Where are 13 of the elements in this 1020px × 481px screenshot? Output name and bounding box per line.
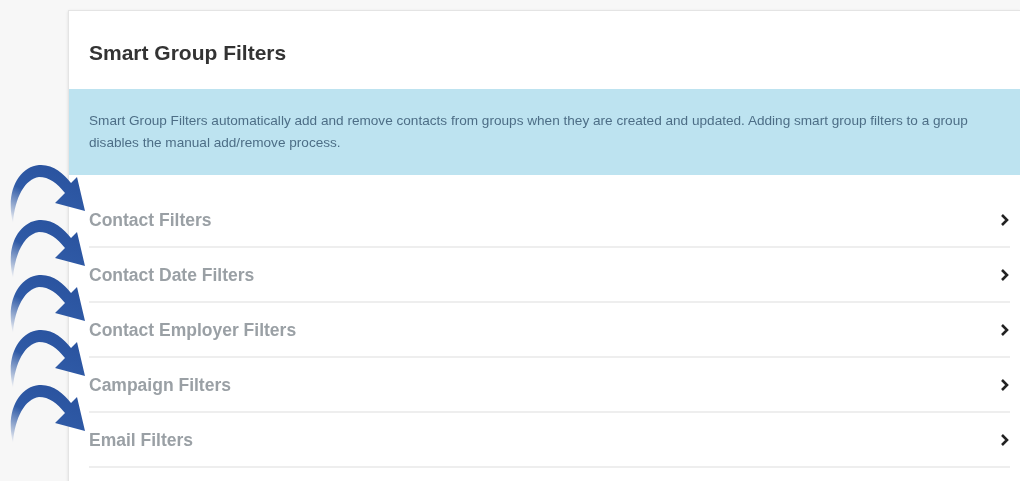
chevron-right-icon [1000,268,1010,282]
filter-section-label: Contact Filters [89,208,212,232]
filter-section-label: Campaign Filters [89,373,231,397]
filter-section-label: Contact Employer Filters [89,318,297,342]
chevron-right-icon [1000,433,1010,447]
chevron-right-icon [1000,323,1010,337]
panel-title: Smart Group Filters [88,40,288,66]
filter-section-label: Email Filters [89,428,194,452]
filter-section-label: Contact Date Filters [89,263,255,287]
filter-section-header[interactable]: Email Filters [89,412,1010,468]
chevron-right-icon [1000,213,1010,227]
info-text: Smart Group Filters automatically add and remove contacts from groups when they are created and updated. Adding smart group filters to a group disables the manual add/remove process. [89,111,969,152]
chevron-right-icon [1000,378,1010,392]
